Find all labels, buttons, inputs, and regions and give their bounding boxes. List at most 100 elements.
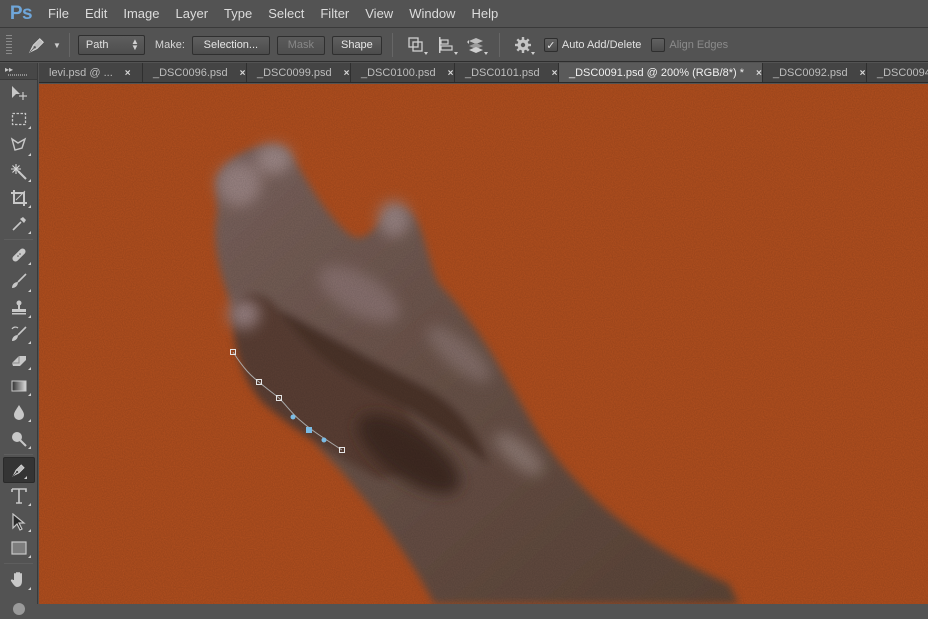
tools-panel-header[interactable]: ▸▸: [0, 63, 37, 80]
pen-icon: [28, 38, 44, 54]
path-anchor-selected[interactable]: [306, 427, 312, 433]
clone-stamp-tool[interactable]: [0, 295, 38, 321]
close-icon[interactable]: ×: [552, 68, 558, 79]
magic-wand-icon: [11, 163, 27, 180]
path-operations-icon: [408, 37, 423, 52]
zoom-tool[interactable]: [0, 593, 38, 619]
eyedropper-icon: [12, 217, 26, 231]
move-icon: [12, 86, 27, 101]
rectangular-marquee-icon: [11, 113, 27, 126]
tab-label: _DSC0092.psd: [773, 67, 848, 79]
submenu-indicator: [28, 503, 31, 506]
submenu-indicator: [28, 262, 31, 266]
marquee-tool[interactable]: [0, 106, 38, 132]
settings-button[interactable]: [511, 33, 535, 57]
menu-bar: Ps File Edit Image Layer Type Select Fil…: [0, 0, 928, 28]
submenu-indicator: [28, 204, 31, 208]
collapse-panel-icon[interactable]: ▸▸: [5, 65, 13, 74]
document-tabs: levi.psd @ ... × _DSC0096.psd × _DSC0099.p…: [39, 63, 928, 83]
document-tab[interactable]: _DSC0094: [867, 63, 928, 82]
document-tab[interactable]: _DSC0099.psd ×: [247, 63, 351, 82]
panel-grip[interactable]: [8, 74, 28, 76]
path-alignment-button[interactable]: [434, 33, 458, 57]
submenu-indicator: [28, 445, 31, 449]
document-tab-active[interactable]: _DSC0091.psd @ 200% (RGB/8*) * ×: [559, 63, 763, 82]
hand-tool[interactable]: [0, 566, 38, 592]
film-grain: [39, 84, 928, 604]
history-brush-icon: [11, 326, 27, 341]
menu-type[interactable]: Type: [216, 0, 260, 28]
brush-tool[interactable]: [0, 268, 38, 294]
direction-handle[interactable]: [290, 414, 296, 420]
document-tab[interactable]: _DSC0096.psd ×: [143, 63, 247, 82]
gear-icon: [514, 37, 531, 53]
menu-image[interactable]: Image: [115, 0, 167, 28]
hand-icon: [10, 572, 22, 588]
divider: [4, 563, 33, 565]
chevron-down-icon: ▼: [53, 40, 61, 50]
pen-tool[interactable]: [3, 456, 35, 483]
menu-layer[interactable]: Layer: [168, 0, 217, 28]
gradient-tool[interactable]: [0, 373, 38, 399]
tab-label: levi.psd @ ...: [49, 67, 113, 79]
submenu-indicator: [28, 314, 31, 318]
document-tab[interactable]: _DSC0092.psd ×: [763, 63, 867, 82]
close-icon[interactable]: ×: [125, 68, 131, 79]
path-operations-button[interactable]: [404, 33, 428, 57]
divider: [498, 33, 500, 57]
healing-brush-tool[interactable]: [0, 242, 38, 268]
menu-help[interactable]: Help: [463, 0, 506, 28]
lasso-tool[interactable]: [0, 132, 38, 158]
crop-tool[interactable]: [0, 185, 38, 211]
close-icon[interactable]: ×: [240, 68, 246, 79]
menu-window[interactable]: Window: [401, 0, 463, 28]
eraser-icon: [12, 355, 26, 366]
path-selection-tool[interactable]: [0, 509, 38, 535]
history-brush-tool[interactable]: [0, 321, 38, 347]
menu-file[interactable]: File: [40, 0, 77, 28]
make-label: Make:: [154, 39, 185, 51]
make-shape-button[interactable]: Shape: [331, 35, 382, 55]
tool-preset-picker[interactable]: ▼: [26, 34, 61, 56]
type-tool[interactable]: [0, 483, 38, 509]
polygonal-lasso-icon: [10, 137, 27, 152]
menu-view[interactable]: View: [357, 0, 401, 28]
make-selection-button[interactable]: Selection...: [191, 35, 270, 55]
options-bar-grip[interactable]: [6, 35, 12, 55]
divider: [68, 33, 70, 57]
updown-arrows-icon: ▲ ▼: [131, 37, 139, 52]
submenu-indicator: [28, 529, 31, 533]
auto-add-delete-checkbox[interactable]: ✓: [543, 38, 558, 52]
document-tab[interactable]: _DSC0101.psd ×: [455, 63, 559, 82]
move-tool[interactable]: [0, 80, 38, 106]
blur-tool[interactable]: [0, 399, 38, 425]
eraser-tool[interactable]: [0, 347, 38, 373]
submenu-indicator: [28, 231, 31, 235]
chevron-down-icon: [453, 52, 458, 55]
document-canvas[interactable]: [39, 84, 928, 604]
tool-mode-select[interactable]: Path ▲ ▼: [77, 35, 145, 55]
document-tab[interactable]: levi.psd @ ... ×: [39, 63, 143, 82]
close-icon[interactable]: ×: [860, 68, 866, 79]
path-arrangement-button[interactable]: [464, 33, 488, 57]
tool-mode-value: Path: [85, 39, 109, 51]
direction-handle[interactable]: [321, 437, 327, 443]
make-mask-button[interactable]: Mask: [276, 35, 325, 55]
submenu-indicator: [28, 586, 31, 590]
menu-filter[interactable]: Filter: [312, 0, 357, 28]
align-edges-checkbox[interactable]: [651, 38, 666, 52]
type-icon: [11, 488, 27, 504]
eyedropper-tool[interactable]: [0, 211, 38, 237]
dodge-tool[interactable]: [0, 425, 38, 451]
rectangle-tool[interactable]: [0, 535, 38, 561]
chevron-down-icon: [423, 52, 428, 55]
close-icon[interactable]: ×: [756, 68, 762, 79]
arrow-icon: [12, 513, 26, 531]
tools-panel: ▸▸: [0, 63, 38, 615]
magic-wand-tool[interactable]: [0, 159, 38, 185]
close-icon[interactable]: ×: [448, 68, 454, 79]
close-icon[interactable]: ×: [344, 68, 350, 79]
menu-select[interactable]: Select: [260, 0, 312, 28]
document-tab[interactable]: _DSC0100.psd ×: [351, 63, 455, 82]
menu-edit[interactable]: Edit: [77, 0, 115, 28]
